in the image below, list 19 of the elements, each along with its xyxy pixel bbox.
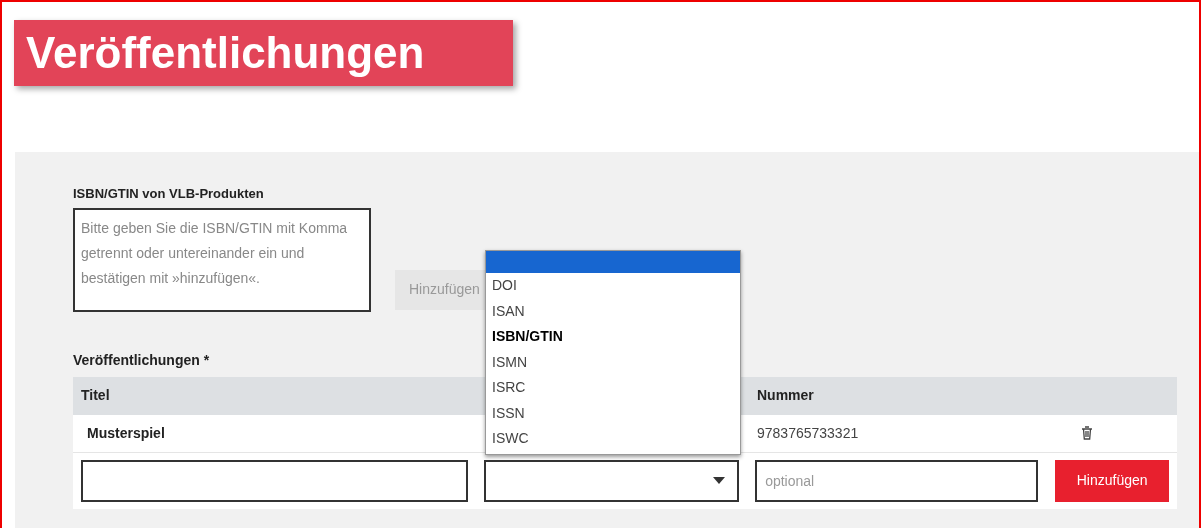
field-label: ISBN/GTIN von VLB-Produkten — [73, 185, 264, 203]
dropdown-option[interactable]: ISSN — [486, 400, 740, 426]
add-button[interactable]: Hinzufügen — [1055, 459, 1169, 502]
title-cell: Musterspiel — [87, 424, 165, 441]
trash-icon[interactable] — [1081, 426, 1093, 440]
title-banner: Veröffentlichungen — [14, 20, 513, 86]
caret-icon — [713, 477, 726, 484]
column-header: Nummer — [757, 387, 814, 403]
number-input-field[interactable]: optional — [755, 459, 1039, 502]
dropdown-option[interactable]: ISBN/GTIN — [486, 324, 740, 350]
section-label: Veröffentlichungen * — [73, 350, 210, 370]
dropdown-option[interactable]: ISRC — [486, 375, 740, 401]
column-header: Titel — [81, 387, 110, 403]
dropdown-option[interactable]: ISMN — [486, 349, 740, 375]
isbn-input-field[interactable]: Bitte geben Sie die ISBN/GTIN mit Komma getrennt oder untereinander ein und bestätigen mit »hinzufügen«. — [73, 207, 371, 312]
number-cell: 9783765733321 — [757, 424, 859, 441]
title-input-field[interactable] — [81, 459, 468, 502]
dropdown-option[interactable]: ISWC — [486, 426, 740, 452]
type-select[interactable] — [483, 459, 740, 502]
